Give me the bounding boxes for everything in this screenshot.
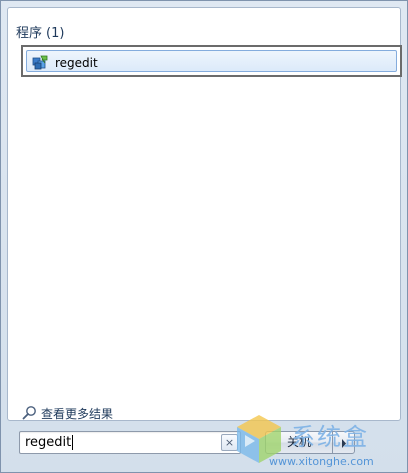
- watermark-url: www.xitonghe.com: [269, 455, 374, 468]
- search-input[interactable]: regedit ×: [19, 431, 241, 454]
- watermark-logo: 系统盒 www.xitonghe.com: [229, 409, 407, 471]
- section-header-programs: 程序 (1): [16, 22, 64, 41]
- result-item-highlight: regedit: [26, 50, 397, 72]
- search-results-pane: 程序 (1) regedit 查看更多结果: [7, 7, 402, 421]
- result-item-label: regedit: [55, 56, 98, 70]
- registry-editor-icon: [31, 54, 49, 72]
- watermark-text: 系统盒: [291, 423, 369, 451]
- section-title: 程序: [16, 26, 43, 41]
- section-count: (1): [46, 26, 65, 41]
- search-input-value: regedit: [25, 435, 72, 450]
- see-more-results-label: 查看更多结果: [41, 407, 114, 421]
- start-menu: 程序 (1) regedit 查看更多结果 regedit × 关机 系统盒 w…: [0, 0, 408, 473]
- result-item-regedit[interactable]: regedit: [21, 45, 402, 77]
- text-caret: [72, 435, 73, 450]
- search-icon: [22, 405, 37, 420]
